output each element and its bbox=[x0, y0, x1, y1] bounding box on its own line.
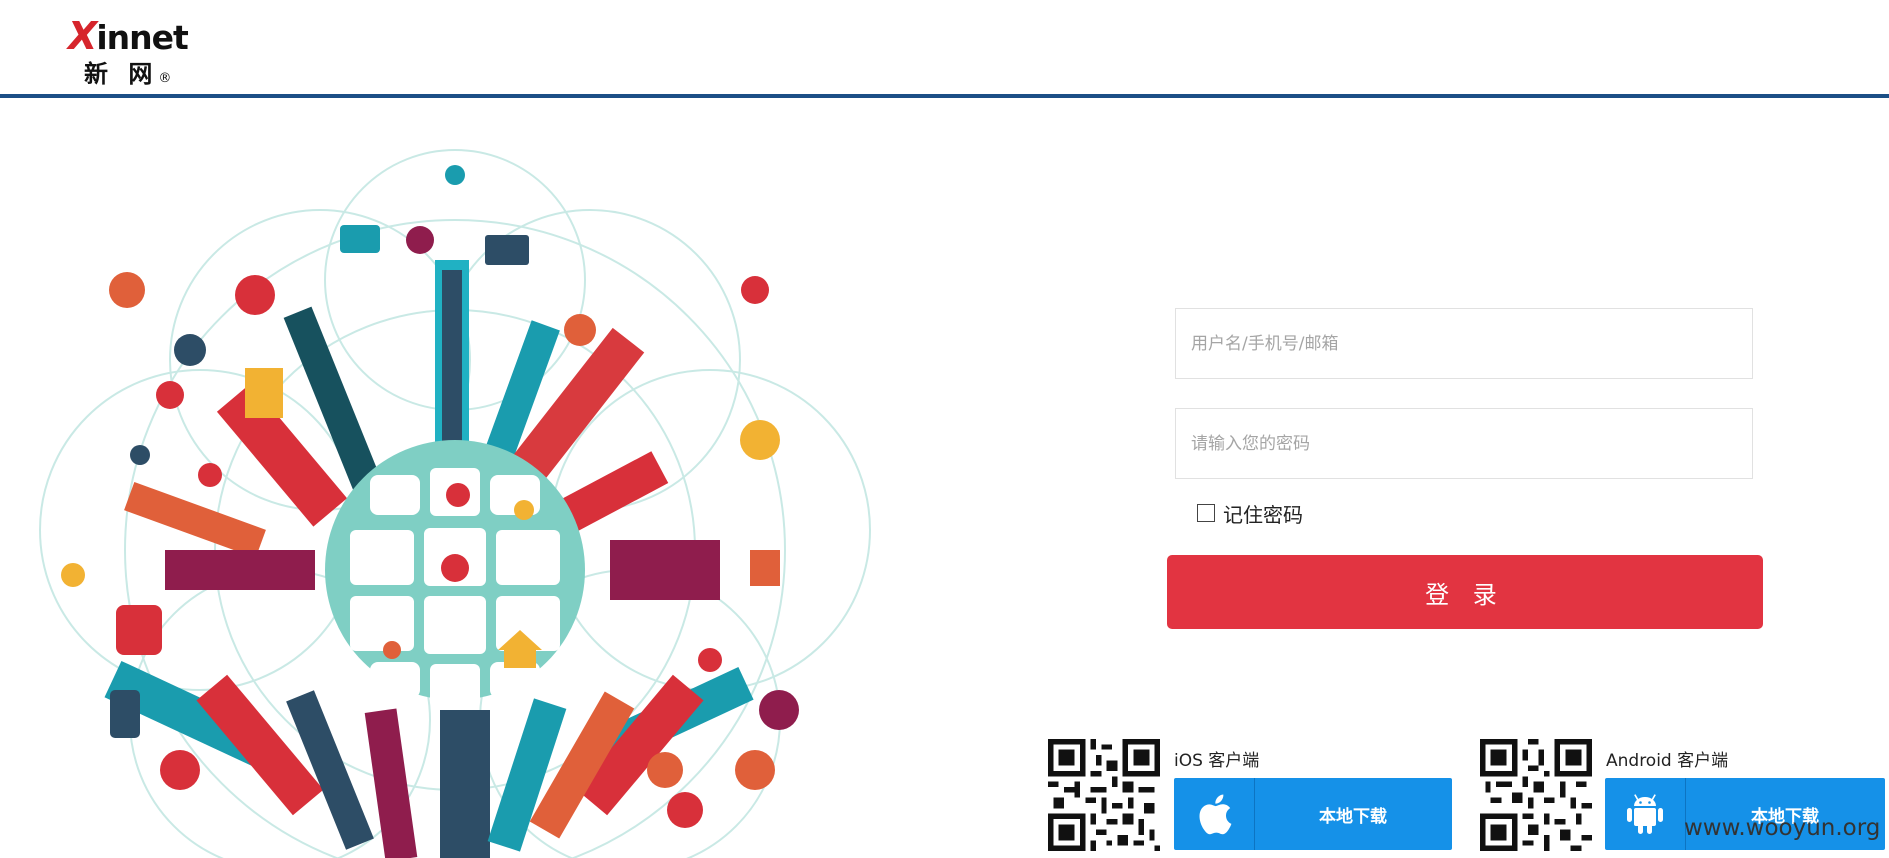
username-input[interactable] bbox=[1175, 308, 1753, 379]
logo-chinese: 新 网® bbox=[84, 60, 172, 88]
apple-icon bbox=[1174, 778, 1255, 850]
android-qr-code bbox=[1480, 739, 1592, 851]
android-icon bbox=[1605, 778, 1686, 850]
watermark: www.wooyun.org bbox=[1684, 815, 1881, 841]
remember-checkbox[interactable] bbox=[1197, 504, 1215, 522]
ios-title: iOS 客户端 bbox=[1174, 751, 1260, 771]
city-globe-illustration bbox=[20, 130, 890, 858]
ios-download-button[interactable]: 本地下载 bbox=[1174, 778, 1452, 850]
header: Xinnet 新 网® bbox=[0, 0, 1889, 95]
remember-label: 记住密码 bbox=[1223, 502, 1303, 527]
ios-download: iOS 客户端 本地下载 bbox=[1048, 736, 1458, 851]
ios-qr-code bbox=[1048, 739, 1160, 851]
logo-wordmark: Xinnet bbox=[68, 14, 189, 58]
header-divider bbox=[0, 94, 1889, 98]
login-button[interactable]: 登 录 bbox=[1167, 555, 1763, 629]
ios-download-label: 本地下载 bbox=[1319, 806, 1387, 827]
remember-password[interactable]: 记住密码 bbox=[1197, 500, 1303, 527]
password-input[interactable] bbox=[1175, 408, 1753, 479]
android-title: Android 客户端 bbox=[1606, 751, 1729, 771]
xinnet-logo[interactable]: Xinnet 新 网® bbox=[68, 14, 198, 88]
